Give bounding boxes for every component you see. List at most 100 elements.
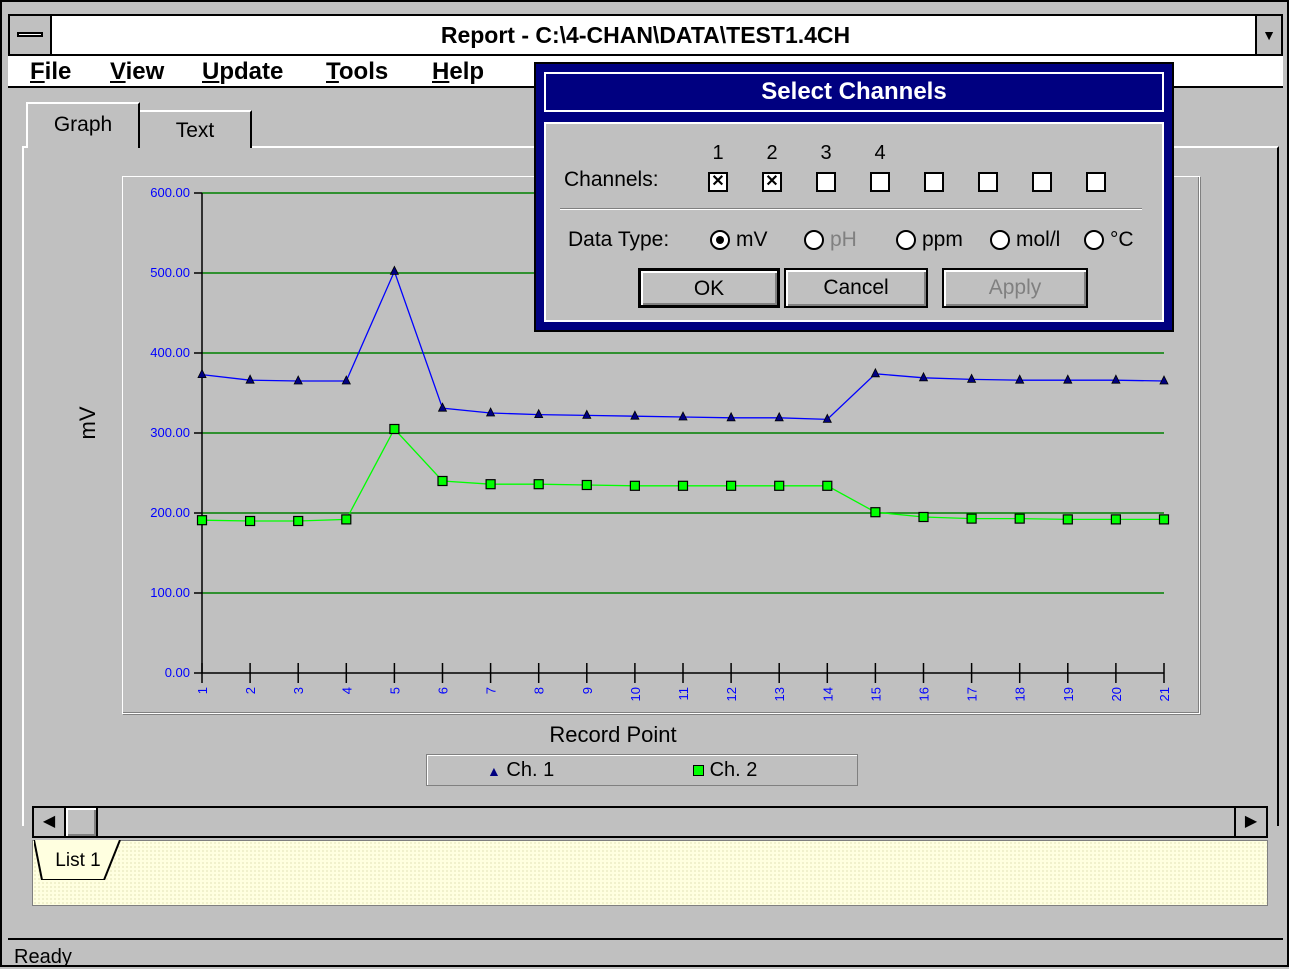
x-tick-label: 7	[484, 687, 499, 694]
data-point-ch1	[437, 402, 448, 412]
apply-button[interactable]: Apply	[942, 268, 1088, 308]
channels-label: Channels:	[564, 168, 659, 191]
channel-checkbox-8[interactable]	[1086, 172, 1106, 192]
square-marker-icon	[693, 765, 704, 776]
x-tick-label: 3	[291, 687, 306, 694]
x-tick-label: 9	[580, 687, 595, 694]
x-tick-label: 6	[436, 687, 451, 694]
data-point-ch2	[774, 480, 785, 491]
dialog-separator	[560, 208, 1142, 210]
data-point-ch2	[1062, 514, 1073, 525]
y-tick-label: 100.00	[150, 585, 190, 600]
data-point-ch1	[1015, 374, 1025, 384]
data-point-ch2	[822, 480, 833, 491]
cancel-button[interactable]: Cancel	[784, 268, 928, 308]
radio-ppm-label: ppm	[922, 228, 963, 251]
data-point-ch1	[822, 413, 832, 423]
dialog-body: Channels: 1 2 3 4 Data Type: mV pH ppm m…	[544, 122, 1164, 322]
x-tick-label: 14	[820, 687, 835, 701]
data-point-ch2	[581, 479, 592, 491]
x-tick-label: 20	[1109, 687, 1124, 701]
status-bar: Ready	[8, 938, 1283, 968]
chart-legend: ▲ Ch. 1 Ch. 2	[426, 754, 858, 786]
x-tick-label: 21	[1157, 687, 1172, 701]
data-point-ch2	[437, 475, 448, 487]
data-point-ch2	[1014, 513, 1025, 524]
arrow-left-icon: ◀	[42, 813, 56, 830]
x-tick-label: 15	[868, 687, 883, 701]
channel-checkbox-1[interactable]: ✕	[708, 172, 728, 192]
radio-ph-label: pH	[830, 228, 857, 251]
radio-mv[interactable]	[710, 230, 730, 250]
x-axis-label: Record Point	[549, 722, 677, 747]
dialog-title: Select Channels	[761, 78, 947, 105]
data-point-ch1	[1159, 375, 1169, 385]
list-tab[interactable]: List 1	[34, 840, 122, 880]
y-axis-label: mV	[75, 406, 100, 440]
scroll-left-button[interactable]: ◀	[34, 808, 66, 836]
x-tick-label: 17	[965, 687, 980, 701]
y-tick-label: 400.00	[150, 345, 190, 360]
channel-number-2: 2	[766, 142, 778, 164]
ok-button[interactable]: OK	[638, 268, 780, 308]
data-point-ch1	[341, 375, 351, 385]
data-point-ch2	[485, 479, 496, 490]
data-point-ch1	[389, 265, 400, 275]
y-tick-label: 200.00	[150, 505, 190, 520]
data-point-ch1	[774, 411, 784, 422]
legend-ch2-label: Ch. 2	[709, 759, 758, 781]
data-point-ch1	[1111, 374, 1121, 384]
radio-moll[interactable]	[990, 230, 1010, 250]
x-tick-label: 4	[339, 687, 354, 694]
data-point-ch1	[293, 375, 303, 385]
series-line-2	[201, 427, 1164, 522]
data-point-ch2	[533, 479, 544, 490]
channel-number-3: 3	[820, 142, 832, 164]
datatype-label: Data Type:	[568, 228, 670, 251]
data-point-ch2	[245, 515, 256, 527]
channel-checkbox-5[interactable]	[924, 172, 944, 192]
x-tick-label: 8	[532, 687, 547, 694]
channel-checkbox-3[interactable]	[816, 172, 836, 192]
data-point-ch2	[341, 514, 352, 525]
channel-number-4: 4	[874, 142, 886, 164]
x-tick-label: 18	[1013, 687, 1028, 701]
channel-checkbox-7[interactable]	[1032, 172, 1052, 192]
data-point-ch1	[582, 409, 592, 419]
triangle-marker-icon: ▲	[487, 763, 501, 779]
radio-celsius[interactable]	[1084, 230, 1104, 250]
data-point-ch1	[918, 371, 929, 382]
radio-ph[interactable]	[804, 230, 824, 250]
radio-ppm[interactable]	[896, 230, 916, 250]
data-point-ch1	[534, 408, 544, 419]
radio-celsius-label: °C	[1110, 228, 1134, 251]
channel-checkbox-4[interactable]	[870, 172, 890, 192]
x-tick-label: 1	[195, 687, 210, 694]
channel-checkbox-6[interactable]	[978, 172, 998, 192]
x-tick-label: 2	[243, 687, 258, 694]
list-area[interactable]	[32, 840, 1268, 906]
channel-checkbox-2[interactable]: ✕	[762, 172, 782, 192]
x-tick-label: 10	[628, 687, 643, 701]
data-point-ch2	[196, 515, 208, 526]
status-text: Ready	[14, 946, 72, 968]
data-point-ch2	[725, 480, 737, 491]
radio-moll-label: mol/l	[1016, 228, 1061, 251]
data-point-ch1	[1063, 374, 1073, 384]
horizontal-scrollbar[interactable]: ◀ ▶	[32, 806, 1268, 838]
y-tick-label: 0.00	[165, 665, 190, 680]
y-tick-label: 500.00	[150, 265, 190, 280]
scroll-right-button[interactable]: ▶	[1234, 808, 1266, 836]
legend-ch2: Ch. 2	[693, 759, 757, 782]
data-point-ch2	[870, 507, 881, 518]
arrow-right-icon: ▶	[1244, 813, 1258, 830]
scroll-thumb[interactable]	[66, 808, 98, 836]
data-point-ch2	[629, 480, 641, 491]
channel-number-1: 1	[712, 142, 724, 164]
x-tick-label: 16	[917, 687, 932, 701]
data-point-ch2	[677, 480, 689, 491]
dialog-title-bar[interactable]: Select Channels	[544, 72, 1164, 112]
legend-ch1: ▲ Ch. 1	[487, 759, 554, 782]
x-tick-label: 19	[1061, 687, 1076, 701]
data-point-ch1	[678, 411, 688, 421]
